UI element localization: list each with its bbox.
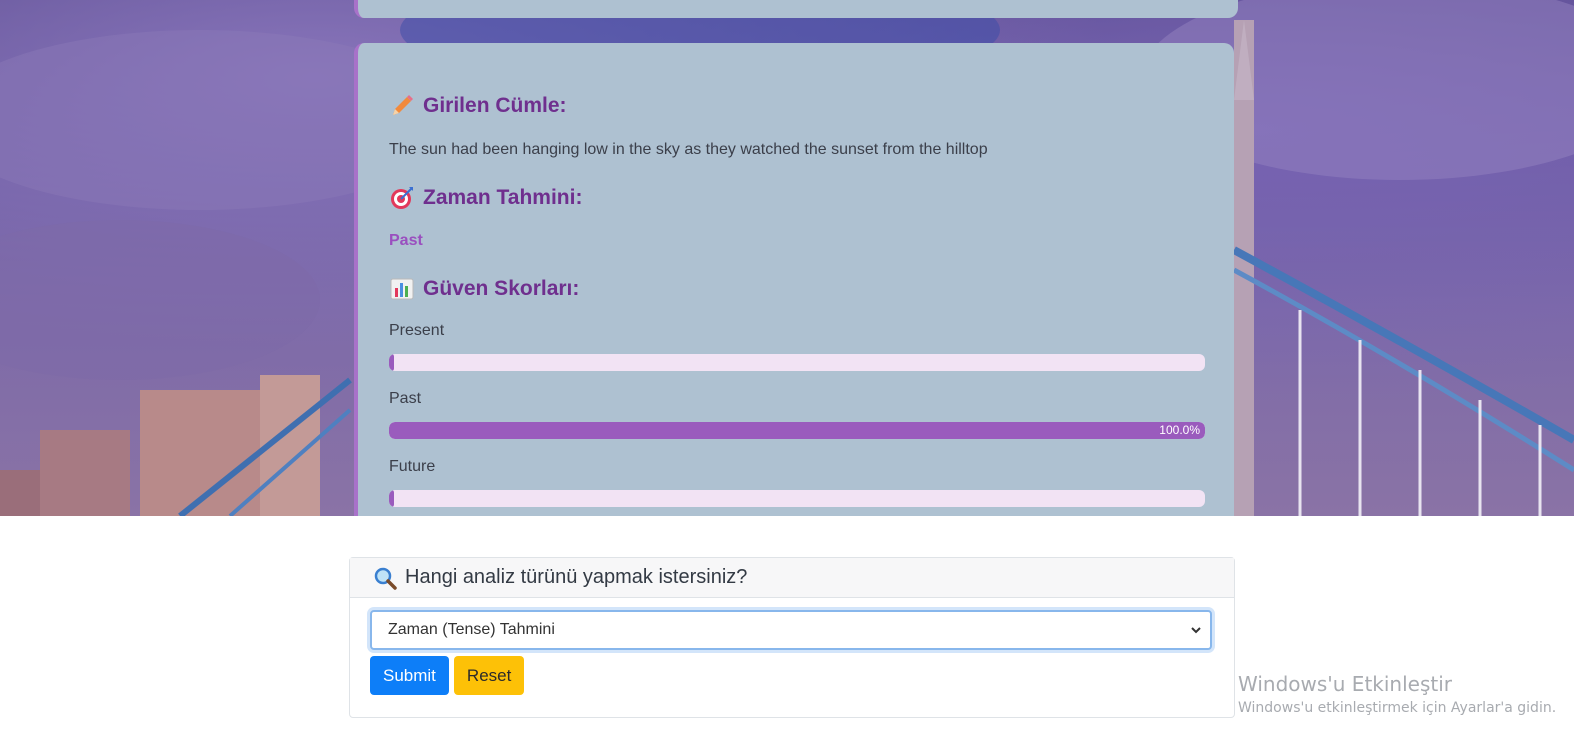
form-header-text: Hangi analiz türünü yapmak istersiniz? — [405, 566, 748, 588]
score-bar-fill-past: 100.0% — [389, 422, 1205, 439]
selected-option: Zaman (Tense) Tahmini — [388, 621, 555, 638]
predicted-tense: Past — [389, 232, 423, 249]
sentence-title-text: Girilen Cümle: — [423, 94, 567, 117]
score-bar-present — [389, 354, 1205, 371]
scores-section-title: Güven Skorları: — [389, 274, 1202, 304]
button-row: Submit Reset — [370, 656, 1214, 695]
entered-sentence: The sun had been hanging low in the sky … — [389, 141, 988, 158]
form-body: Zaman (Tense) Tahmini Submit Reset — [350, 598, 1234, 695]
windows-activation-watermark: Windows'u Etkinleştir Windows'u etkinleş… — [1238, 672, 1556, 716]
chevron-down-icon — [1191, 627, 1201, 634]
reset-button[interactable]: Reset — [453, 656, 525, 695]
magnifier-icon — [374, 567, 397, 590]
submit-button[interactable]: Submit — [370, 656, 449, 695]
score-bar-fill-future — [389, 490, 394, 507]
score-bar-past: 100.0% — [389, 422, 1205, 439]
analysis-form-card: Hangi analiz türünü yapmak istersiniz? Z… — [349, 557, 1235, 718]
sentence-section-title: Girilen Cümle: — [389, 91, 1202, 121]
analysis-type-select[interactable]: Zaman (Tense) Tahmini — [370, 610, 1212, 650]
bar-chart-icon — [390, 278, 414, 300]
previous-card-bottom — [354, 0, 1238, 18]
score-label-future: Future — [389, 458, 436, 475]
pencil-icon — [393, 95, 413, 115]
score-label-past: Past — [389, 390, 422, 407]
score-bar-future — [389, 490, 1205, 507]
score-list: Present Past 100.0% Future — [389, 322, 1205, 507]
result-card: Girilen Cümle: The sun had been hanging … — [354, 43, 1234, 516]
target-icon — [391, 187, 413, 209]
watermark-title: Windows'u Etkinleştir — [1238, 672, 1453, 696]
score-label-present: Present — [389, 322, 445, 339]
prediction-section-title: Zaman Tahmini: — [389, 183, 1202, 213]
scores-title-text: Güven Skorları: — [423, 277, 580, 300]
watermark-subtitle: Windows'u etkinleştirmek için Ayarlar'a … — [1238, 700, 1557, 716]
prediction-title-text: Zaman Tahmini: — [423, 186, 583, 209]
form-header: Hangi analiz türünü yapmak istersiniz? — [350, 558, 1234, 598]
score-bar-fill-present — [389, 354, 394, 371]
background-banner: Girilen Cümle: The sun had been hanging … — [0, 0, 1574, 516]
